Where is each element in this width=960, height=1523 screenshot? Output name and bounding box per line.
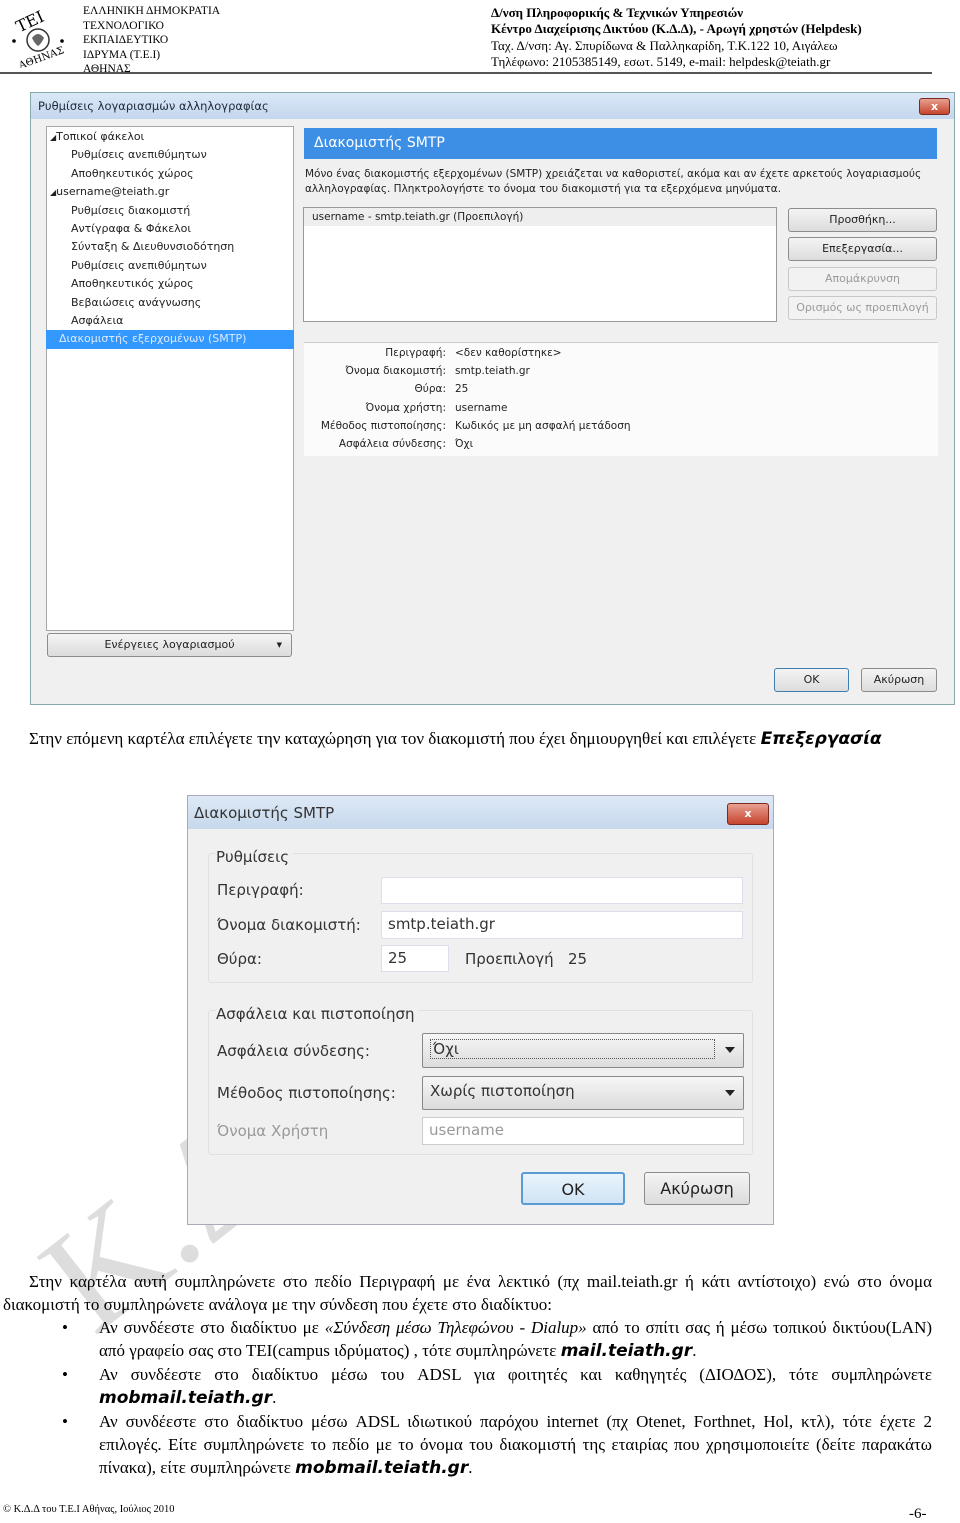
settings-group-label: Ρυθμίσεις [216,848,294,866]
tree-item-local-folders[interactable]: ◢Τοπικοί φάκελοι [47,128,293,146]
cancel-button[interactable]: Ακύρωση [644,1172,750,1205]
port-input[interactable]: 25 [381,945,449,972]
remove-button[interactable]: Απομάκρυνση [788,267,937,291]
security-group-label: Ασφάλεια και πιστοποίηση [216,1005,419,1023]
list-item: • Αν συνδέεστε στο διαδίκτυο μέσω του ADS… [62,1365,932,1408]
close-button[interactable]: x [727,803,769,825]
page-number: -6- [909,1506,927,1522]
detail-label: Περιγραφή: [385,347,446,359]
detail-label: Όνομα χρήστη: [365,402,446,414]
tree-item-account[interactable]: ◢username@teiath.gr [47,183,293,201]
footer-copyright: © Κ.Δ.Δ του Τ.Ε.Ι Αθήνας, Ιούλιος 2010 [3,1504,175,1515]
dropdown-arrow-icon [725,1047,735,1053]
dropdown-arrow-icon: ▼ [276,641,282,649]
detail-value: username [455,402,508,414]
svg-text:ΑΘΗΝΑΣ: ΑΘΗΝΑΣ [17,45,66,68]
detail-value: Κωδικός με μη ασφαλή μετάδοση [455,420,631,432]
institution-name: ΕΛΛΗΝΙΚΗ ΔΗΜΟΚΡΑΤΙΑ ΤΕΧΝΟΛΟΓΙΚΟ ΕΚΠΑΙΔΕΥΤΙ… [83,5,221,76]
detail-value: smtp.teiath.gr [455,365,530,377]
tree-item[interactable]: Αντίγραφα & Φάκελοι [47,220,293,238]
server-name-input[interactable]: smtp.teiath.gr [381,911,743,939]
connection-security-label: Ασφάλεια σύνδεσης: [217,1042,370,1060]
account-tree: ◢Τοπικοί φάκελοι Ρυθμίσεις ανεπιθύμητων … [46,126,294,631]
tree-item[interactable]: Αποθηκευτικός χώρος [47,275,293,293]
edit-button[interactable]: Επεξεργασία... [788,237,937,261]
header-divider [0,72,932,74]
account-actions-button[interactable]: Ενέργειες λογαριασμού ▼ [47,633,292,657]
list-item: • Αν συνδέεστε στο διαδίκτυο με «Σύνδεση … [62,1318,933,1361]
smtp-server-dialog: Διακομιστής SMTP x Ρυθμίσεις Περιγραφή: … [187,795,774,1225]
window-title: Ρυθμίσεις λογαριασμών αλληλογραφίας [31,93,954,119]
username-input[interactable]: username [422,1117,744,1145]
server-list[interactable]: username - smtp.teiath.gr (Προεπιλογή) [303,207,777,322]
list-item: • Αν συνδέεστε στο διαδίκτυο μέσω ADSL ιδ… [62,1412,932,1478]
add-button[interactable]: Προσθήκη... [788,208,937,232]
close-icon: x [744,807,752,820]
svg-text:ΤΕΙ: ΤΕΙ [13,8,47,36]
detail-label: Θύρα: [414,383,446,395]
account-settings-window: Ρυθμίσεις λογαριασμών αλληλογραφίας x ◢Τ… [30,92,955,705]
close-button[interactable]: x [919,98,950,115]
bullet-list: • Αν συνδέεστε στο διαδίκτυο με «Σύνδεση … [62,1316,932,1480]
server-list-item[interactable]: username - smtp.teiath.gr (Προεπιλογή) [304,208,776,226]
set-default-button[interactable]: Ορισμός ως προεπιλογή [788,296,937,320]
tree-item[interactable]: Σύνταξη & Διευθυνσιοδότηση [47,238,293,256]
tree-item[interactable]: Βεβαιώσεις ανάγνωσης [47,294,293,312]
detail-value: 25 [455,383,469,395]
server-name-label: Όνομα διακομιστή: [217,916,361,934]
default-port-label: Προεπιλογή 25 [465,950,588,968]
detail-label: Ασφάλεια σύνδεσης: [338,438,446,450]
description-input[interactable] [381,877,743,904]
tree-item[interactable]: Αποθηκευτικός χώρος [47,165,293,183]
tree-item-smtp-selected[interactable]: Διακομιστής εξερχομένων (SMTP) [46,330,294,349]
tree-item[interactable]: Ρυθμίσεις ανεπιθύμητων [47,146,293,164]
panel-title: Διακομιστής SMTP [304,128,937,159]
dropdown-arrow-icon [725,1090,735,1096]
detail-value: <δεν καθορίστηκε> [455,347,562,359]
detail-value: Όχι [455,438,474,450]
panel-description: Μόνο ένας διακομιστής εξερχομένων (SMTP)… [305,168,922,195]
tree-item[interactable]: Ρυθμίσεις διακομιστή [47,202,293,220]
server-details: Περιγραφή: <δεν καθορίστηκε> Όνομα διακομ… [304,342,938,456]
cancel-button[interactable]: Ακύρωση [861,668,937,692]
tree-item[interactable]: Ασφάλεια [47,312,293,330]
department-info: Δ/νση Πληροφορικής & Τεχνικών Υπηρεσιών Κ… [491,5,862,69]
detail-label: Μέθοδος πιστοποίησης: [320,420,446,432]
username-label: Όνομα Χρήστη [217,1122,329,1140]
port-label: Θύρα: [217,950,262,968]
tei-logo: ΤΕΙ ΑΘΗΝΑΣ [8,7,72,72]
description-label: Περιγραφή: [217,881,304,899]
detail-label: Όνομα διακομιστή: [345,365,446,377]
auth-method-label: Μέθοδος πιστοποίησης: [217,1084,396,1102]
close-icon: x [930,100,939,113]
connection-security-select[interactable]: Όχι [422,1033,744,1068]
body-paragraph: Στην καρτέλα αυτή συμπληρώνετε στο πεδίο… [3,1272,932,1314]
ok-button[interactable]: OK [521,1172,625,1205]
dialog-title: Διακομιστής SMTP [188,796,773,829]
auth-method-select[interactable]: Χωρίς πιστοποίηση [422,1076,744,1110]
ok-button[interactable]: OK [774,668,849,692]
instruction-paragraph: Στην επόμενη καρτέλα επιλέγετε την καταχ… [29,729,882,749]
tree-item[interactable]: Ρυθμίσεις ανεπιθύμητων [47,257,293,275]
